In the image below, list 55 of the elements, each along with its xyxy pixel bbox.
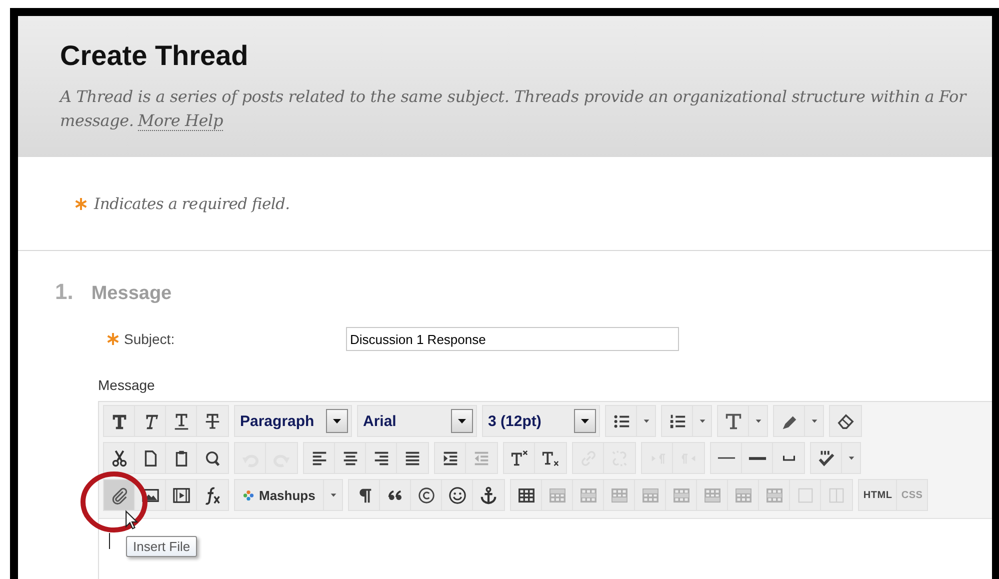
highlight-circle	[79, 470, 149, 534]
dropdown-arrow-icon	[642, 418, 650, 424]
table-grid-icon	[548, 486, 567, 504]
format-dropdown[interactable]: 3 (12pt)	[482, 405, 600, 437]
required-asterisk-icon	[106, 332, 120, 346]
dropdown-arrow-icon	[580, 418, 590, 424]
table-grid-icon	[734, 486, 753, 504]
scissors-icon	[110, 448, 128, 468]
description-text: A Thread is a series of posts related to the same subject. Threads provide an organizational structure within a For	[60, 86, 968, 108]
more-help-link[interactable]: More Help	[138, 111, 224, 131]
text-color-icon	[724, 412, 742, 430]
table-grid-icon	[702, 486, 722, 504]
required-note: Indicates a required field.	[94, 195, 290, 213]
smiley-icon	[448, 486, 467, 504]
mashups-icon	[243, 490, 254, 500]
search-icon	[203, 448, 222, 468]
table-grid-icon	[764, 486, 784, 504]
format-dropdown[interactable]: Paragraph	[234, 405, 352, 437]
text-caret	[109, 533, 110, 549]
dropdown-arrow-icon	[332, 418, 342, 424]
split-square-icon	[827, 486, 846, 504]
anchor-icon	[479, 486, 498, 504]
table-icon	[516, 486, 536, 504]
spellcheck-icon	[816, 448, 836, 468]
required-asterisk-icon	[74, 197, 88, 211]
subject-label: Subject:	[124, 331, 176, 347]
format-dropdown[interactable]: Arial	[357, 405, 477, 437]
section-title: Message	[91, 283, 172, 305]
table-grid-icon	[640, 486, 660, 504]
dropdown-arrow-icon	[810, 418, 818, 424]
square-icon	[796, 486, 815, 504]
description-text: message.	[60, 111, 134, 130]
section-number: 1.	[55, 279, 74, 305]
superscript-icon	[510, 448, 528, 468]
paperclip-icon	[110, 486, 128, 504]
copyright-icon	[416, 486, 436, 504]
dropdown-arrow-icon	[457, 418, 467, 424]
eraser-icon	[836, 412, 855, 430]
toolbar-button[interactable]	[104, 480, 135, 510]
table-grid-icon	[610, 486, 629, 504]
strikethrough-t-icon	[203, 412, 222, 430]
tooltip: Insert File	[126, 536, 198, 557]
message-label: Message	[97, 376, 156, 394]
space-icon	[782, 455, 794, 461]
dropdown-arrow-icon	[846, 455, 856, 461]
table-grid-icon	[578, 486, 598, 504]
film-icon	[172, 486, 190, 504]
dropdown-arrow-icon	[754, 418, 762, 424]
function-icon	[203, 486, 222, 504]
dropdown-arrow-icon	[328, 492, 338, 498]
thin-line-icon	[716, 457, 736, 459]
table-grid-icon	[672, 486, 691, 504]
page-title: Create Thread	[60, 39, 250, 73]
subject-field[interactable]: Discussion 1 Response	[346, 327, 679, 351]
dropdown-arrow-icon	[698, 418, 706, 424]
